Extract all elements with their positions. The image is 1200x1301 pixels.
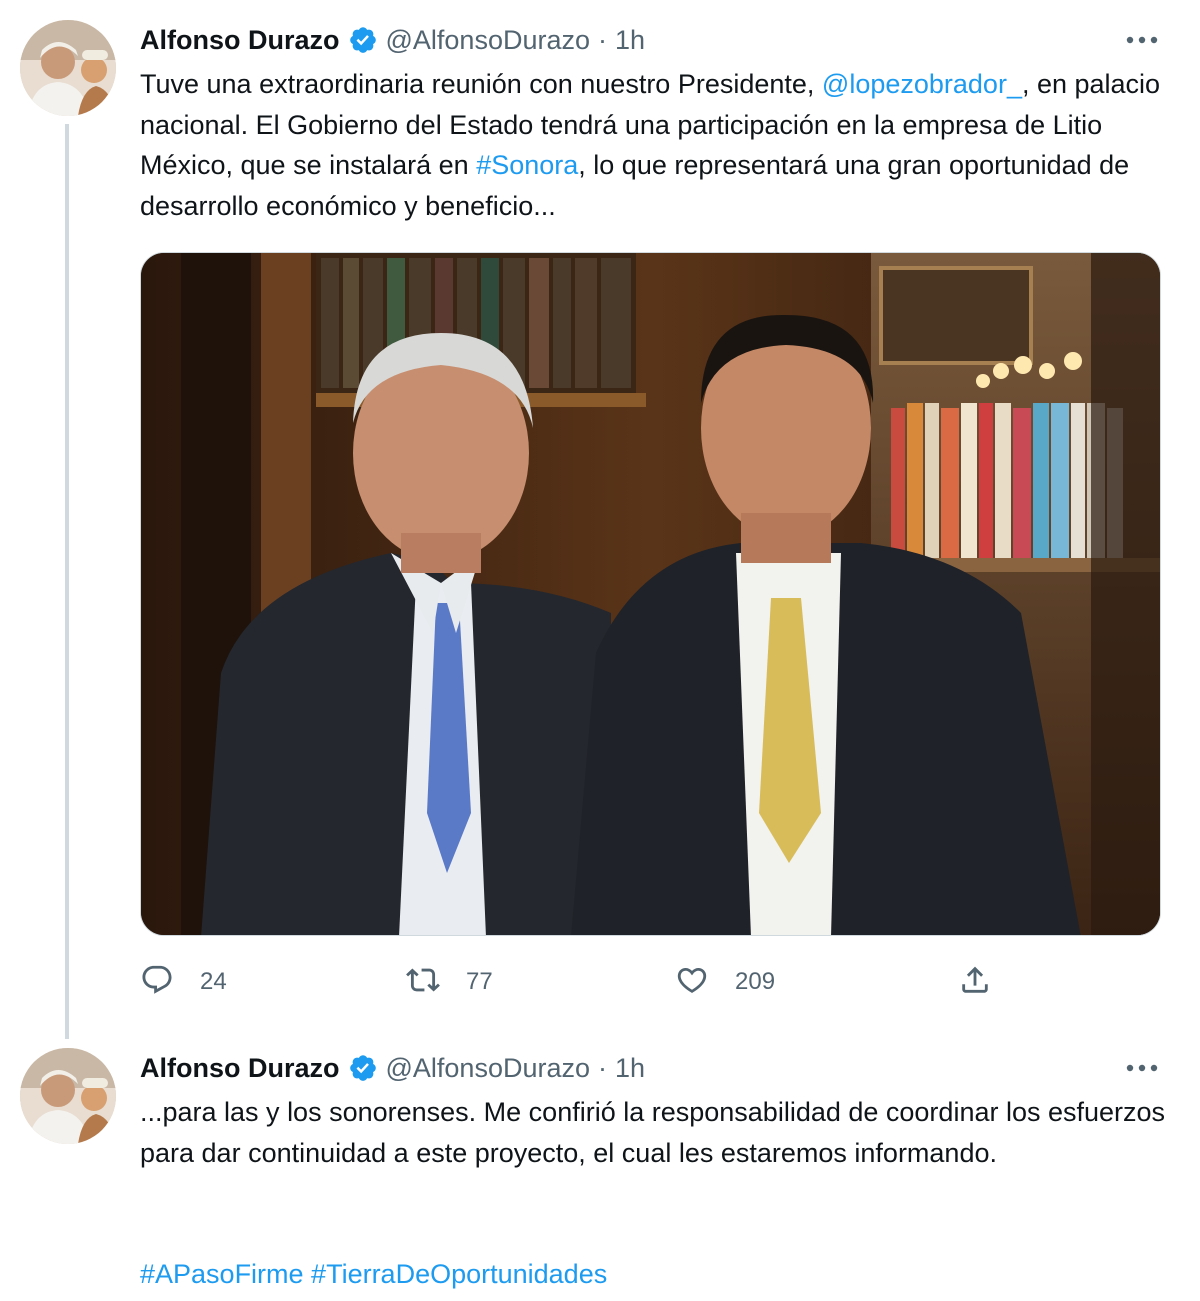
tweet-actions: 24 77 209	[140, 960, 1010, 1004]
avatar[interactable]	[20, 20, 116, 116]
author-name[interactable]: Alfonso Durazo	[140, 1053, 340, 1084]
separator-dot: ·	[598, 24, 608, 55]
share-icon	[958, 963, 992, 1002]
retweet-count: 77	[466, 968, 493, 995]
retweet-icon	[406, 963, 440, 1002]
tweet-photo[interactable]	[140, 252, 1161, 936]
more-dots-icon[interactable]	[1122, 1048, 1162, 1088]
reply-icon	[140, 963, 174, 1002]
thread-connector	[65, 124, 69, 1039]
avatar[interactable]	[20, 1048, 116, 1144]
verified-badge-icon	[348, 25, 378, 55]
tweet-header: Alfonso Durazo @AlfonsoDurazo · 1h	[140, 1048, 645, 1088]
author-handle[interactable]: @AlfonsoDurazo	[386, 1053, 591, 1084]
hashtag-link[interactable]: #Sonora	[476, 150, 578, 180]
share-button[interactable]	[958, 960, 992, 1004]
more-dots-icon[interactable]	[1122, 20, 1162, 60]
reply-count: 24	[200, 968, 227, 995]
heart-icon	[675, 963, 709, 1002]
timestamp[interactable]: 1h	[615, 1053, 645, 1084]
author-name[interactable]: Alfonso Durazo	[140, 25, 340, 56]
retweet-button[interactable]: 77	[406, 960, 493, 1004]
tweet-text-part: Tuve una extraordinaria reunión con nues…	[140, 69, 822, 99]
tweet-text: ...para las y los sonorenses. Me confiri…	[140, 1097, 1166, 1168]
like-count: 209	[735, 968, 776, 995]
reply-button[interactable]: 24	[140, 960, 227, 1004]
mention-link[interactable]: @lopezobrador_	[822, 69, 1022, 99]
author-handle[interactable]: @AlfonsoDurazo	[386, 25, 591, 56]
verified-badge-icon	[348, 1053, 378, 1083]
hashtag-links[interactable]: #APasoFirme #TierraDeOportunidades	[140, 1254, 607, 1294]
tweet-header: Alfonso Durazo @AlfonsoDurazo · 1h	[140, 20, 645, 60]
tweet[interactable]: Alfonso Durazo @AlfonsoDurazo · 1h ...pa…	[0, 1030, 1200, 1301]
timestamp[interactable]: 1h	[615, 25, 645, 56]
separator-dot: ·	[598, 1052, 608, 1083]
tweet[interactable]: Alfonso Durazo @AlfonsoDurazo · 1h Tuve …	[0, 0, 1200, 1039]
tweet-text: Tuve una extraordinaria reunión con nues…	[140, 64, 1170, 226]
like-button[interactable]: 209	[675, 960, 775, 1004]
